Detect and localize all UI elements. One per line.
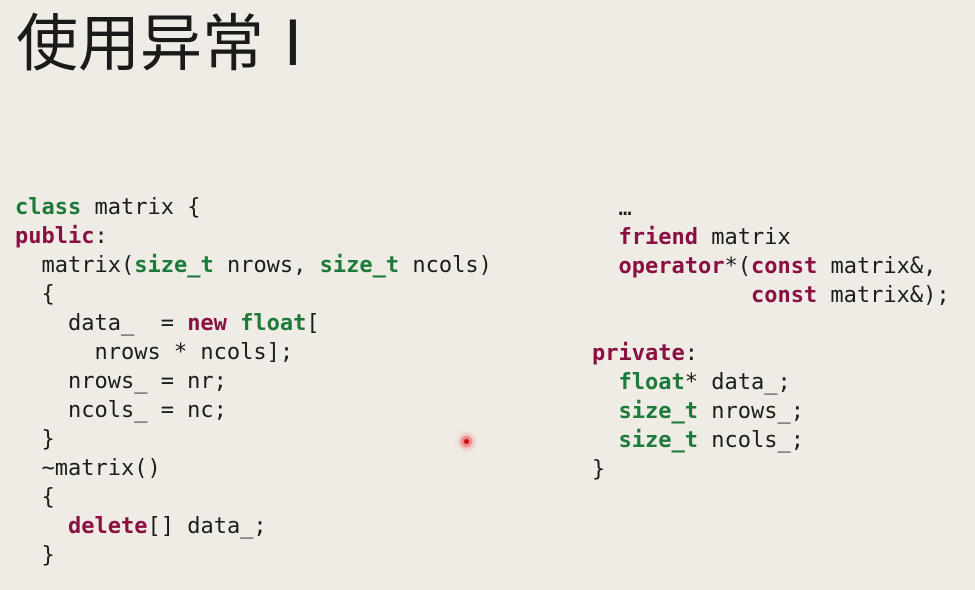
code-keyword: const — [750, 254, 818, 279]
code-line: size_t nrows_; — [592, 397, 950, 426]
code-line: ~matrix() — [15, 454, 492, 483]
code-text: *( — [724, 254, 751, 279]
code-block-left: class matrix {public: matrix(size_t nrow… — [15, 193, 492, 570]
code-keyword: size_t — [618, 399, 698, 424]
code-line: ncols_ = nc; — [15, 396, 492, 425]
code-line: const matrix&); — [592, 281, 950, 310]
code-text: nrows_ = nr; — [15, 369, 227, 394]
code-line: size_t ncols_; — [592, 426, 950, 455]
code-keyword: new — [187, 311, 227, 336]
code-line: } — [15, 541, 492, 570]
code-line: } — [15, 425, 492, 454]
code-text: { — [15, 282, 55, 307]
code-line: data_ = new float[ — [15, 309, 492, 338]
code-line: class matrix { — [15, 193, 492, 222]
code-line: friend matrix — [592, 223, 950, 252]
code-text: nrows, — [213, 253, 320, 278]
code-text: ncols) — [399, 253, 492, 278]
code-line: nrows * ncols]; — [15, 338, 492, 367]
code-line: { — [15, 280, 492, 309]
code-line: public: — [15, 222, 492, 251]
code-text: * data_; — [684, 370, 791, 395]
code-keyword: size_t — [134, 253, 214, 278]
code-keyword: size_t — [319, 253, 400, 278]
code-text: } — [15, 427, 55, 452]
code-text: ~matrix() — [15, 456, 161, 481]
code-keyword: float — [618, 370, 685, 395]
code-keyword: const — [750, 283, 818, 308]
code-block-right: … friend matrix operator*(const matrix&,… — [592, 194, 950, 484]
code-keyword: private — [592, 341, 685, 366]
code-keyword: public — [15, 224, 95, 249]
code-line: matrix(size_t nrows, size_t ncols) — [15, 251, 492, 280]
code-line: delete[] data_; — [15, 512, 492, 541]
code-line: { — [15, 483, 492, 512]
code-text: nrows_; — [697, 399, 804, 424]
slide-title: 使用异常 I — [16, 7, 302, 80]
code-text: data_ = — [15, 311, 188, 336]
code-line: nrows_ = nr; — [15, 367, 492, 396]
code-text: : — [94, 224, 108, 249]
code-line: } — [592, 455, 950, 484]
code-text: : — [684, 341, 698, 366]
code-text: } — [592, 457, 606, 482]
code-text: ncols_ = nc; — [15, 398, 227, 423]
code-text: matrix( — [15, 253, 135, 278]
code-text: [] data_; — [147, 514, 267, 539]
code-line: … — [592, 194, 950, 223]
code-text: matrix { — [81, 195, 201, 220]
code-text: matrix&); — [817, 283, 950, 308]
code-keyword: size_t — [618, 428, 698, 453]
code-keyword: delete — [67, 514, 148, 539]
code-text: matrix&, — [817, 254, 937, 279]
code-line: float* data_; — [592, 368, 950, 397]
code-text: ncols_; — [697, 428, 804, 453]
code-keyword: class — [15, 195, 82, 220]
code-text: { — [15, 485, 55, 510]
code-keyword: operator — [618, 254, 725, 279]
code-text: … — [592, 196, 632, 221]
code-keyword: float — [240, 311, 307, 336]
code-keyword: friend — [618, 225, 698, 250]
code-text: matrix — [697, 225, 791, 250]
code-text: [ — [306, 311, 320, 336]
code-line: private: — [592, 339, 950, 368]
pointer-cursor-icon — [461, 436, 472, 447]
code-text: nrows * ncols]; — [15, 340, 294, 365]
code-line: operator*(const matrix&, — [592, 252, 950, 281]
code-text: } — [15, 543, 55, 568]
